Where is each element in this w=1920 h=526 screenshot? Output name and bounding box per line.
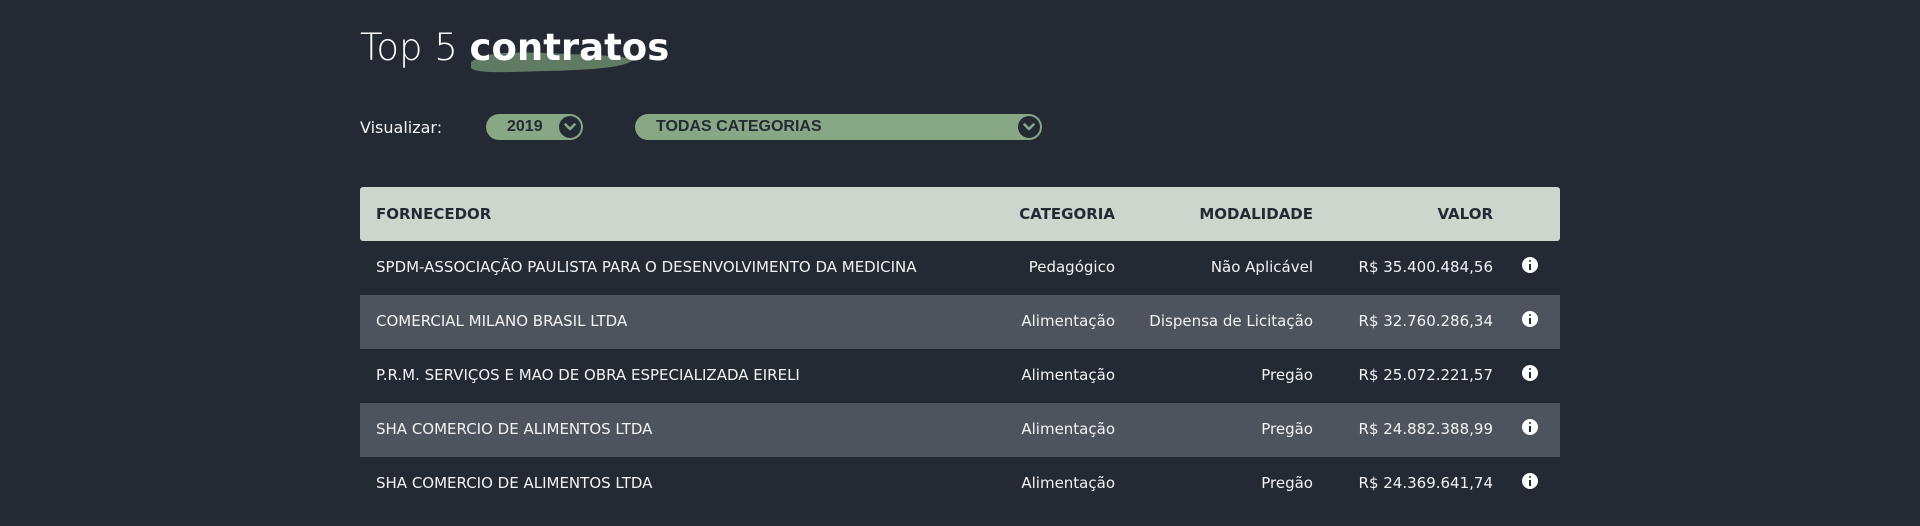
column-header-valor: VALOR xyxy=(1437,205,1493,223)
cell-modalidade: Dispensa de Licitação xyxy=(1149,312,1313,330)
cell-valor: R$ 25.072.221,57 xyxy=(1358,366,1493,384)
cell-categoria: Alimentação xyxy=(1021,312,1115,330)
category-select-value: TODAS CATEGORIAS xyxy=(656,118,822,135)
info-icon[interactable] xyxy=(1522,419,1538,435)
cell-valor: R$ 35.400.484,56 xyxy=(1358,258,1493,276)
column-header-fornecedor: FORNECEDOR xyxy=(376,205,492,223)
contracts-table: FORNECEDOR CATEGORIA MODALIDADE VALOR SP… xyxy=(360,187,1560,511)
cell-modalidade: Não Aplicável xyxy=(1210,258,1313,276)
year-select[interactable]: 2019 xyxy=(486,114,583,140)
cell-valor: R$ 24.369.641,74 xyxy=(1358,474,1493,492)
title-light: Top 5 xyxy=(360,26,470,69)
info-icon[interactable] xyxy=(1522,257,1538,273)
title-bold: contratos xyxy=(469,26,670,69)
info-icon[interactable] xyxy=(1522,365,1538,381)
cell-valor: R$ 24.882.388,99 xyxy=(1358,420,1493,438)
chevron-down-icon xyxy=(1018,116,1040,138)
cell-categoria: Alimentação xyxy=(1021,420,1115,438)
table-row: SHA COMERCIO DE ALIMENTOS LTDA Alimentaç… xyxy=(360,457,1560,511)
year-select-value: 2019 xyxy=(507,118,543,135)
cell-fornecedor: SHA COMERCIO DE ALIMENTOS LTDA xyxy=(376,474,653,492)
column-header-categoria: CATEGORIA xyxy=(1019,205,1115,223)
cell-fornecedor: SHA COMERCIO DE ALIMENTOS LTDA xyxy=(376,420,653,438)
visualize-label: Visualizar: xyxy=(360,118,443,137)
info-icon[interactable] xyxy=(1522,311,1538,327)
column-header-modalidade: MODALIDADE xyxy=(1199,205,1313,223)
table-header: FORNECEDOR CATEGORIA MODALIDADE VALOR xyxy=(360,187,1560,241)
table-row: COMERCIAL MILANO BRASIL LTDA Alimentação… xyxy=(360,295,1560,349)
cell-modalidade: Pregão xyxy=(1261,420,1313,438)
cell-categoria: Pedagógico xyxy=(1028,258,1115,276)
filter-bar: Visualizar: 2019 TODAS CATEGORIAS xyxy=(360,114,1560,140)
table-row: P.R.M. SERVIÇOS E MAO DE OBRA ESPECIALIZ… xyxy=(360,349,1560,403)
table-row: SPDM-ASSOCIAÇÃO PAULISTA PARA O DESENVOL… xyxy=(360,241,1560,295)
cell-categoria: Alimentação xyxy=(1021,366,1115,384)
info-icon[interactable] xyxy=(1522,473,1538,489)
cell-modalidade: Pregão xyxy=(1261,474,1313,492)
cell-categoria: Alimentação xyxy=(1021,474,1115,492)
cell-fornecedor: COMERCIAL MILANO BRASIL LTDA xyxy=(376,312,628,330)
page-title: Top 5 contratos xyxy=(360,26,669,69)
chevron-down-icon xyxy=(559,116,581,138)
cell-fornecedor: P.R.M. SERVIÇOS E MAO DE OBRA ESPECIALIZ… xyxy=(376,366,800,384)
cell-valor: R$ 32.760.286,34 xyxy=(1358,312,1493,330)
table-row: SHA COMERCIO DE ALIMENTOS LTDA Alimentaç… xyxy=(360,403,1560,457)
cell-modalidade: Pregão xyxy=(1261,366,1313,384)
category-select[interactable]: TODAS CATEGORIAS xyxy=(635,114,1042,140)
cell-fornecedor: SPDM-ASSOCIAÇÃO PAULISTA PARA O DESENVOL… xyxy=(376,258,917,276)
